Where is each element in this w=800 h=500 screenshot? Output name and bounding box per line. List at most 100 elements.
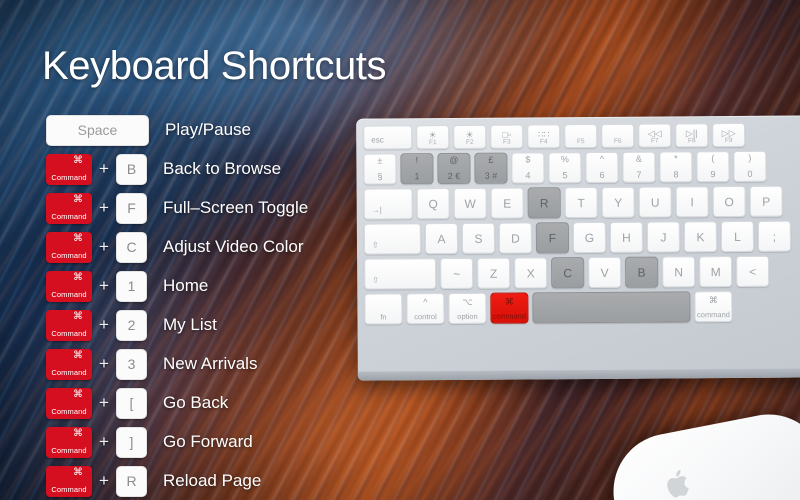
shortcut-row: ⌘ Command + [Go Back xyxy=(46,385,346,421)
keyboard-key-u[interactable]: U xyxy=(638,186,672,218)
keyboard-key-fn[interactable]: fn xyxy=(364,293,403,325)
shortcut-key[interactable]: F xyxy=(116,192,147,224)
shortcut-key[interactable]: 1 xyxy=(116,270,147,302)
keyboard-key-i[interactable]: I xyxy=(675,186,709,218)
keyboard-key-p[interactable]: P xyxy=(749,185,783,217)
key-label: J xyxy=(660,229,667,245)
shortcut-key[interactable]: B xyxy=(116,153,147,185)
keyboard-key-;[interactable]: ; xyxy=(757,220,792,252)
command-key[interactable]: ⌘ Command xyxy=(46,426,92,458)
keyboard-key-s[interactable]: S xyxy=(461,222,496,254)
keyboard-key-9[interactable]: (9 xyxy=(696,151,730,183)
keyboard-key-g[interactable]: G xyxy=(572,221,607,254)
key-shifted-label: @ xyxy=(449,154,459,165)
plus-separator: + xyxy=(99,432,109,451)
keyboard-key-z[interactable]: Z xyxy=(477,257,511,289)
command-glyph-icon: ⌘ xyxy=(73,427,83,439)
key-label: M xyxy=(710,264,721,279)
keyboard-key-5[interactable]: % 5 xyxy=(548,152,582,184)
keyboard-key-a[interactable]: A xyxy=(424,222,459,255)
key-label: U xyxy=(650,195,660,210)
key-label: G xyxy=(584,230,595,245)
keyboard-key-f6[interactable]: F6 xyxy=(601,123,635,148)
command-key[interactable]: ⌘ Command xyxy=(46,465,92,497)
keyboard-key-l[interactable]: L xyxy=(720,220,755,253)
keyboard-key-v[interactable]: V xyxy=(588,256,622,289)
shortcut-key[interactable]: R xyxy=(116,465,147,497)
command-glyph-icon: ⌘ xyxy=(73,310,83,322)
keyboard-key-k[interactable]: K xyxy=(683,221,718,253)
keyboard-key-7[interactable]: & 7 xyxy=(622,151,656,183)
function-key-label: F3 xyxy=(502,138,511,146)
keyboard-key-x[interactable]: X xyxy=(514,257,548,289)
keyboard-key-f1[interactable]: ☀ F1 xyxy=(416,124,450,150)
keyboard-key-⇧[interactable]: ⇧ xyxy=(363,223,422,255)
keyboard-key-space[interactable] xyxy=(532,291,691,324)
key-label: O xyxy=(724,194,734,209)
keyboard-key-e[interactable]: E xyxy=(490,187,524,219)
keyboard-key-q[interactable]: Q xyxy=(416,187,450,220)
keyboard-key-f3[interactable]: □▫ F3 xyxy=(490,124,524,149)
keyboard-key-1[interactable]: ! 1 xyxy=(400,153,434,185)
keyboard-key-8[interactable]: * 8 xyxy=(659,151,693,183)
keyboard-key-esc[interactable]: esc xyxy=(363,125,413,150)
keyboard-qwerty-row: →| Q W E R T Y U I O P xyxy=(363,185,800,220)
keyboard-key-command[interactable]: ⌘ command xyxy=(694,291,733,323)
keyboard-key-w[interactable]: W xyxy=(453,187,487,219)
keyboard-key-c[interactable]: C xyxy=(551,257,585,289)
command-key[interactable]: ⌘ Command xyxy=(46,153,92,185)
keyboard-key-t[interactable]: T xyxy=(564,186,598,219)
shortcut-description: Go Back xyxy=(163,393,229,412)
key-label: E xyxy=(503,196,512,211)
command-key[interactable]: ⌘ Command xyxy=(46,348,92,380)
keyboard-key-b[interactable]: B xyxy=(625,256,659,288)
shortcut-key[interactable]: ] xyxy=(116,426,147,458)
keyboard-key-h[interactable]: H xyxy=(609,221,644,253)
keyboard-key-o[interactable]: O xyxy=(712,185,746,218)
keyboard-key-command[interactable]: ⌘ command xyxy=(490,292,529,324)
keyboard-key-4[interactable]: $4 xyxy=(511,152,545,184)
keyboard-key-control[interactable]: ^ control xyxy=(406,293,445,325)
command-key-label: Command xyxy=(51,484,87,494)
shortcut-key[interactable]: [ xyxy=(116,387,147,419)
keyboard-key-0[interactable]: ) 0 xyxy=(733,150,767,183)
plus-separator: + xyxy=(99,276,109,295)
keyboard-key-~[interactable]: ~ xyxy=(440,257,474,290)
key-label: 8 xyxy=(673,169,679,180)
keyboard-key-r[interactable]: R xyxy=(527,187,561,219)
keyboard-key-n[interactable]: N xyxy=(662,256,696,288)
keyboard-key-f7[interactable]: ◁◁ F7 xyxy=(638,123,672,148)
keyboard-key-f9[interactable]: ▷▷ F9 xyxy=(712,122,746,148)
command-key[interactable]: ⌘ Command xyxy=(46,309,92,341)
keyboard-key-j[interactable]: J xyxy=(646,221,681,253)
command-key[interactable]: ⌘ Command xyxy=(46,192,92,224)
command-key[interactable]: ⌘ Command xyxy=(46,270,92,302)
keyboard-key-f2[interactable]: ☀ F2 xyxy=(453,124,487,149)
shortcut-row: ⌘ Command +2 My List xyxy=(46,307,346,343)
key-label: →| xyxy=(371,205,382,215)
command-key-label: Command xyxy=(51,406,87,416)
keyboard-key-f[interactable]: F xyxy=(535,222,570,254)
command-key[interactable]: ⌘ Command xyxy=(46,387,92,419)
keyboard-key-y[interactable]: Y xyxy=(601,186,635,218)
keyboard-key-f4[interactable]: ∷∷ F4 xyxy=(527,124,561,149)
keyboard-key-6[interactable]: ^ 6 xyxy=(585,151,619,184)
shortcut-key[interactable]: C xyxy=(116,231,147,263)
keyboard-key-⇧[interactable]: ⇧ xyxy=(364,258,437,290)
keyboard-key-option[interactable]: ⌥ option xyxy=(448,292,487,325)
keyboard-key-§[interactable]: ± § xyxy=(363,153,397,185)
shortcut-description: Play/Pause xyxy=(165,120,251,139)
keyboard-key-f5[interactable]: F5 xyxy=(564,123,598,149)
shortcut-key[interactable]: 3 xyxy=(116,348,147,380)
keyboard-key-d[interactable]: D xyxy=(498,222,533,254)
space-key[interactable]: Space xyxy=(46,114,149,146)
keyboard-key-→|[interactable]: →| xyxy=(363,188,413,220)
command-key[interactable]: ⌘ Command xyxy=(46,231,92,263)
shortcut-key[interactable]: 2 xyxy=(116,309,147,341)
keyboard-key-<[interactable]: < xyxy=(736,255,770,287)
key-glyph-icon: ^ xyxy=(423,297,428,308)
keyboard-key-3#[interactable]: £3 # xyxy=(474,152,508,184)
keyboard-key-2€[interactable]: @2 € xyxy=(437,152,471,185)
keyboard-key-m[interactable]: M xyxy=(699,256,733,288)
keyboard-key-f8[interactable]: ▷|| F8 xyxy=(675,123,709,148)
